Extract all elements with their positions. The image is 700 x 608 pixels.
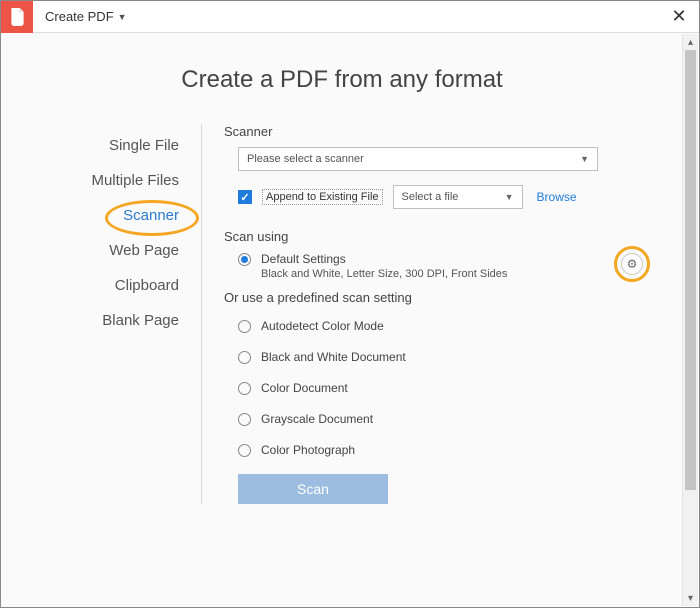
app-icon — [1, 1, 33, 33]
preset-autodetect: Autodetect Color Mode — [238, 319, 654, 333]
preset-photo-radio[interactable] — [238, 444, 251, 457]
sidebar-item-clipboard[interactable]: Clipboard — [30, 268, 201, 303]
browse-link[interactable]: Browse — [537, 190, 577, 204]
sidebar: Single File Multiple Files Scanner Web P… — [30, 124, 202, 504]
preset-bw-label: Black and White Document — [261, 350, 406, 364]
scan-button[interactable]: Scan — [238, 474, 388, 504]
preset-color: Color Document — [238, 381, 654, 395]
columns: Single File Multiple Files Scanner Web P… — [2, 124, 682, 504]
sidebar-item-scanner[interactable]: Scanner — [30, 198, 201, 233]
default-settings-text: Default Settings Black and White, Letter… — [261, 252, 507, 280]
preset-grayscale-radio[interactable] — [238, 413, 251, 426]
preset-color-label: Color Document — [261, 381, 348, 395]
sidebar-item-single-file[interactable]: Single File — [30, 128, 201, 163]
append-label: Append to Existing File — [262, 189, 383, 205]
vertical-scrollbar[interactable]: ▴ ▾ — [682, 34, 698, 606]
preset-autodetect-radio[interactable] — [238, 320, 251, 333]
scroll-thumb[interactable] — [685, 50, 696, 490]
scanner-select-text: Please select a scanner — [247, 153, 364, 165]
preset-grayscale-label: Grayscale Document — [261, 412, 373, 426]
titlebar-title[interactable]: Create PDF ▼ — [45, 9, 127, 24]
append-row: ✓ Append to Existing File Select a file … — [238, 185, 654, 209]
file-select[interactable]: Select a file ▼ — [393, 185, 523, 209]
preset-color-radio[interactable] — [238, 382, 251, 395]
chevron-down-icon: ▼ — [580, 154, 589, 164]
default-settings-sub: Black and White, Letter Size, 300 DPI, F… — [261, 268, 507, 280]
file-select-text: Select a file — [402, 191, 459, 203]
scan-using-label: Scan using — [224, 229, 654, 244]
scroll-down-icon[interactable]: ▾ — [683, 590, 698, 606]
scanner-select[interactable]: Please select a scanner ▼ — [238, 147, 598, 171]
preset-autodetect-label: Autodetect Color Mode — [261, 319, 384, 333]
content: Create a PDF from any format Single File… — [2, 34, 698, 606]
gear-icon: ⚙ — [627, 257, 638, 271]
default-settings-radio[interactable] — [238, 253, 251, 266]
titlebar-title-text: Create PDF — [45, 9, 114, 24]
sidebar-item-multiple-files[interactable]: Multiple Files — [30, 163, 201, 198]
close-button[interactable]: ✕ — [659, 1, 699, 33]
titlebar: Create PDF ▼ ✕ — [1, 1, 699, 33]
sidebar-item-web-page[interactable]: Web Page — [30, 233, 201, 268]
preset-photo-label: Color Photograph — [261, 443, 355, 457]
create-pdf-window: Create PDF ▼ ✕ Create a PDF from any for… — [0, 0, 700, 608]
page-title: Create a PDF from any format — [2, 34, 682, 124]
scanner-select-wrap: Please select a scanner ▼ — [238, 147, 654, 171]
settings-gear-button[interactable]: ⚙ — [621, 253, 643, 275]
preset-bw-radio[interactable] — [238, 351, 251, 364]
chevron-down-icon: ▼ — [118, 12, 127, 22]
append-checkbox[interactable]: ✓ — [238, 190, 252, 204]
default-settings-row: Default Settings Black and White, Letter… — [238, 252, 654, 280]
chevron-down-icon: ▼ — [505, 192, 514, 202]
gear-highlight: ⚙ — [614, 246, 650, 282]
preset-photo: Color Photograph — [238, 443, 654, 457]
default-settings-label: Default Settings — [261, 252, 507, 266]
predefined-label: Or use a predefined scan setting — [224, 290, 654, 305]
main-panel: Scanner Please select a scanner ▼ ✓ Appe… — [202, 124, 654, 504]
scanner-section-label: Scanner — [224, 124, 654, 139]
scroll-up-icon[interactable]: ▴ — [683, 34, 698, 50]
preset-grayscale: Grayscale Document — [238, 412, 654, 426]
sidebar-item-blank-page[interactable]: Blank Page — [30, 303, 201, 338]
body: Create a PDF from any format Single File… — [2, 34, 698, 606]
preset-bw: Black and White Document — [238, 350, 654, 364]
